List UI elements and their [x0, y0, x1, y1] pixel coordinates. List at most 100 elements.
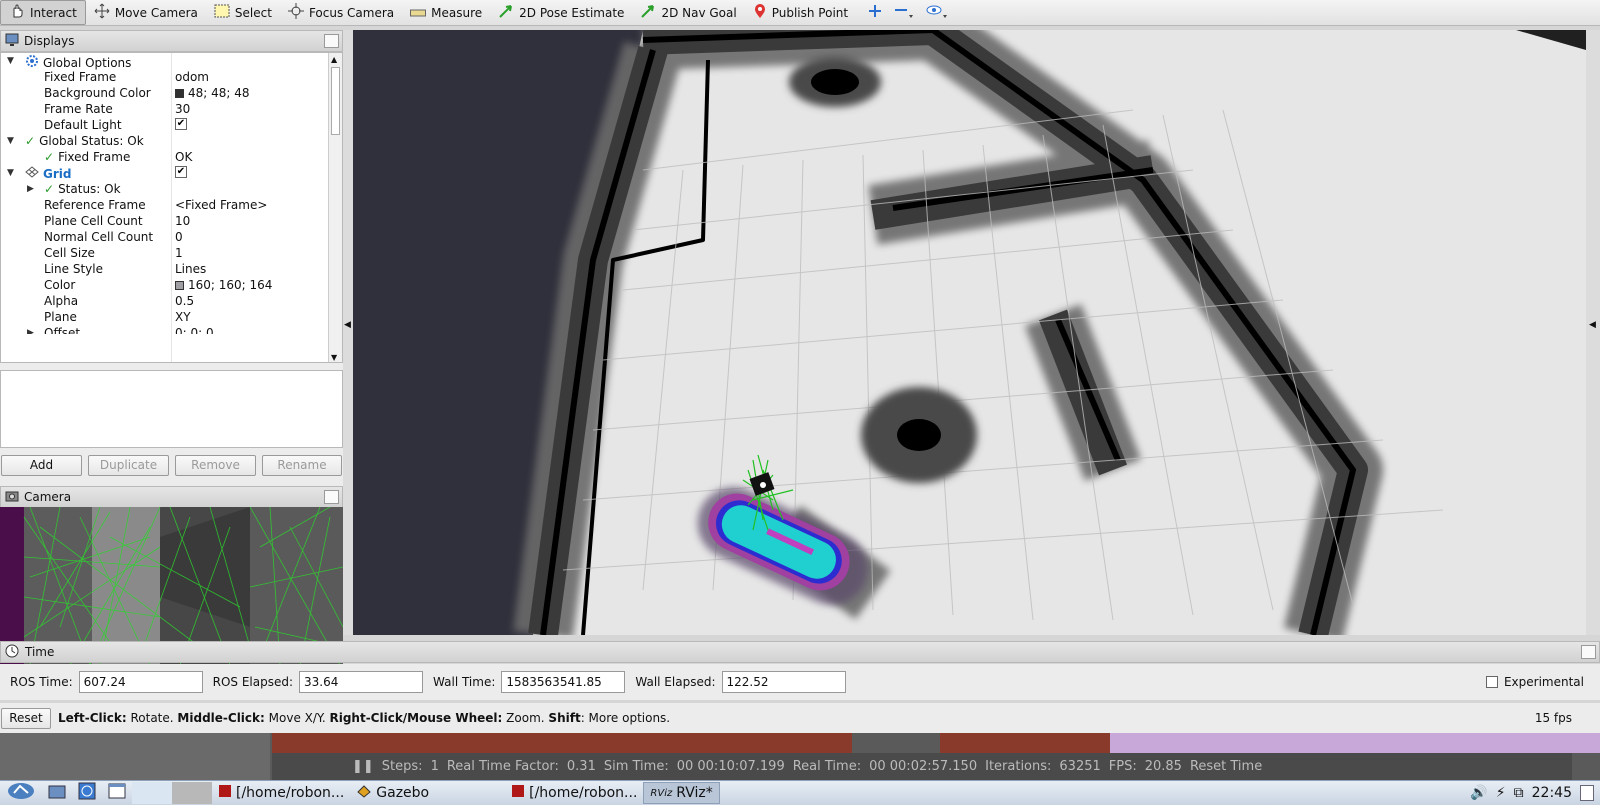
taskbar-label: RViz*	[676, 785, 713, 801]
taskbar-gazebo[interactable]: Gazebo	[350, 782, 435, 804]
3d-render-view[interactable]	[353, 30, 1586, 635]
collapse-right-arrow-icon[interactable]: ◀	[1589, 320, 1596, 330]
select-tool[interactable]: Select	[206, 1, 280, 25]
move-camera-tool[interactable]: Move Camera	[86, 1, 206, 25]
scrollbar-thumb[interactable]	[331, 67, 340, 135]
sim-time-value: 00 00:10:07.199	[676, 759, 785, 774]
publish-point-tool[interactable]: Publish Point	[745, 1, 856, 25]
folder-icon	[48, 783, 66, 803]
default-light-checkbox[interactable]: ✔	[175, 118, 187, 130]
expand-arrow-icon[interactable]: ▼	[7, 136, 14, 146]
tree-value[interactable]: 1	[175, 246, 183, 260]
taskbar-rviz[interactable]: RViz RViz*	[643, 782, 720, 804]
gazebo-window-behind: ❚❚ Steps: 1 Real Time Factor: 0.31 Sim T…	[0, 733, 1600, 780]
gazebo-bottom-bar: ❚❚ Steps: 1 Real Time Factor: 0.31 Sim T…	[272, 753, 1572, 780]
collapse-left-arrow-icon[interactable]: ◀	[344, 320, 351, 330]
browser-launcher[interactable]	[72, 782, 102, 804]
undock-button[interactable]	[1581, 645, 1596, 659]
view-options-button[interactable]	[920, 1, 954, 25]
taskbar-terminal-1[interactable]: [/home/robon...	[212, 782, 350, 804]
clock-icon	[5, 644, 19, 661]
tree-row-background-color[interactable]: Background Color 48; 48; 48	[1, 85, 329, 101]
ros-elapsed-field[interactable]: 33.64	[299, 671, 424, 693]
tree-value[interactable]: 30	[175, 102, 190, 116]
tree-row-cell-size[interactable]: Cell Size 1	[1, 245, 329, 261]
tree-value[interactable]: 0; 0; 0	[175, 326, 214, 334]
displays-panel-header: Displays	[0, 30, 343, 52]
show-desktop-button[interactable]	[1580, 785, 1594, 801]
left-splitter[interactable]: ◀	[343, 30, 353, 635]
scroll-up-icon[interactable]: ▲	[331, 55, 337, 64]
experimental-checkbox[interactable]	[1485, 676, 1498, 688]
undock-button[interactable]	[324, 490, 339, 504]
tree-row-color[interactable]: Color 160; 160; 164	[1, 277, 329, 293]
add-button[interactable]: Add	[1, 455, 82, 476]
tree-row-line-style[interactable]: Line Style Lines	[1, 261, 329, 277]
map-pin-icon	[753, 3, 767, 22]
tree-row-reference-frame[interactable]: Reference Frame <Fixed Frame>	[1, 197, 329, 213]
tree-row-normal-cell-count[interactable]: Normal Cell Count 0	[1, 229, 329, 245]
rename-button[interactable]: Rename	[262, 455, 342, 476]
tree-value[interactable]: XY	[175, 310, 191, 324]
reset-button[interactable]: Reset	[1, 707, 51, 729]
volume-icon[interactable]: 🔊	[1470, 785, 1487, 801]
taskbar-terminal-2[interactable]: [/home/robon...	[505, 782, 643, 804]
tree-value[interactable]: Lines	[175, 262, 206, 276]
tree-row-plane-cell-count[interactable]: Plane Cell Count 10	[1, 213, 329, 229]
tree-label: Color	[44, 278, 76, 292]
interact-tool[interactable]: Interact	[0, 0, 86, 25]
crosshair-icon	[287, 3, 304, 22]
expand-arrow-icon[interactable]: ▼	[7, 56, 14, 66]
power-icon[interactable]: ⚡	[1496, 785, 1506, 801]
tree-value: OK	[175, 150, 193, 164]
scroll-down-icon[interactable]: ▼	[331, 353, 337, 362]
tree-row-default-light[interactable]: Default Light ✔	[1, 117, 329, 133]
pause-icon[interactable]: ❚❚	[352, 759, 374, 774]
tree-row-grid-status[interactable]: ▶ ✓ Status: Ok	[1, 181, 329, 197]
remove-button[interactable]: Remove	[175, 455, 256, 476]
tree-row-global-options[interactable]: ▼ Global Options	[1, 53, 329, 70]
tree-scrollbar[interactable]: ▲ ▼	[328, 53, 342, 362]
tree-row-fixed-frame[interactable]: Fixed Frame odom	[1, 69, 329, 85]
tree-row-fixed-frame-status[interactable]: ✓ Fixed Frame OK	[1, 149, 329, 165]
network-icon[interactable]: ⧉	[1514, 785, 1524, 801]
tree-value[interactable]: <Fixed Frame>	[175, 198, 267, 212]
ros-time-field[interactable]: 607.24	[78, 671, 203, 693]
tree-row-offset[interactable]: ▶ Offset 0; 0; 0	[1, 325, 329, 334]
window-launcher[interactable]	[102, 782, 132, 804]
duplicate-button[interactable]: Duplicate	[88, 455, 169, 476]
tree-value[interactable]: 48; 48; 48	[188, 86, 250, 100]
start-menu-button[interactable]	[0, 782, 42, 804]
collapse-arrow-icon[interactable]: ▶	[27, 328, 34, 334]
tree-row-frame-rate[interactable]: Frame Rate 30	[1, 101, 329, 117]
add-tool-button[interactable]	[862, 1, 888, 25]
nav-goal-tool[interactable]: 2D Nav Goal	[632, 1, 744, 25]
tree-row-plane[interactable]: Plane XY	[1, 309, 329, 325]
tree-row-alpha[interactable]: Alpha 0.5	[1, 293, 329, 309]
right-splitter[interactable]: ◀	[1586, 30, 1600, 635]
property-description-box	[0, 370, 343, 448]
tree-value[interactable]: odom	[175, 70, 209, 84]
desktop-1[interactable]	[132, 782, 172, 804]
tree-value[interactable]: 0.5	[175, 294, 194, 308]
tree-value[interactable]: 10	[175, 214, 190, 228]
tree-row-global-status[interactable]: ▼ ✓ Global Status: Ok	[1, 133, 329, 149]
tree-row-grid[interactable]: ▼ Grid ✔	[1, 165, 329, 181]
measure-tool[interactable]: Measure	[402, 1, 490, 25]
desktop-2[interactable]	[172, 782, 212, 804]
pose-estimate-tool[interactable]: 2D Pose Estimate	[490, 1, 632, 25]
expand-arrow-icon[interactable]: ▼	[7, 168, 14, 178]
tree-value[interactable]: 0	[175, 230, 183, 244]
focus-camera-tool[interactable]: Focus Camera	[280, 1, 402, 25]
reset-time-button[interactable]: Reset Time	[1190, 759, 1262, 774]
wall-elapsed-field[interactable]: 122.52	[721, 671, 846, 693]
wall-time-label: Wall Time:	[433, 675, 496, 689]
remove-tool-button[interactable]	[888, 1, 920, 25]
collapse-arrow-icon[interactable]: ▶	[27, 184, 34, 194]
grid-enable-checkbox[interactable]: ✔	[175, 166, 187, 178]
undock-button[interactable]	[324, 34, 339, 48]
wall-time-field[interactable]: 1583563541.85	[501, 671, 626, 693]
file-manager-launcher[interactable]	[42, 782, 72, 804]
tree-label: Frame Rate	[44, 102, 113, 116]
tree-value[interactable]: 160; 160; 164	[188, 278, 272, 292]
